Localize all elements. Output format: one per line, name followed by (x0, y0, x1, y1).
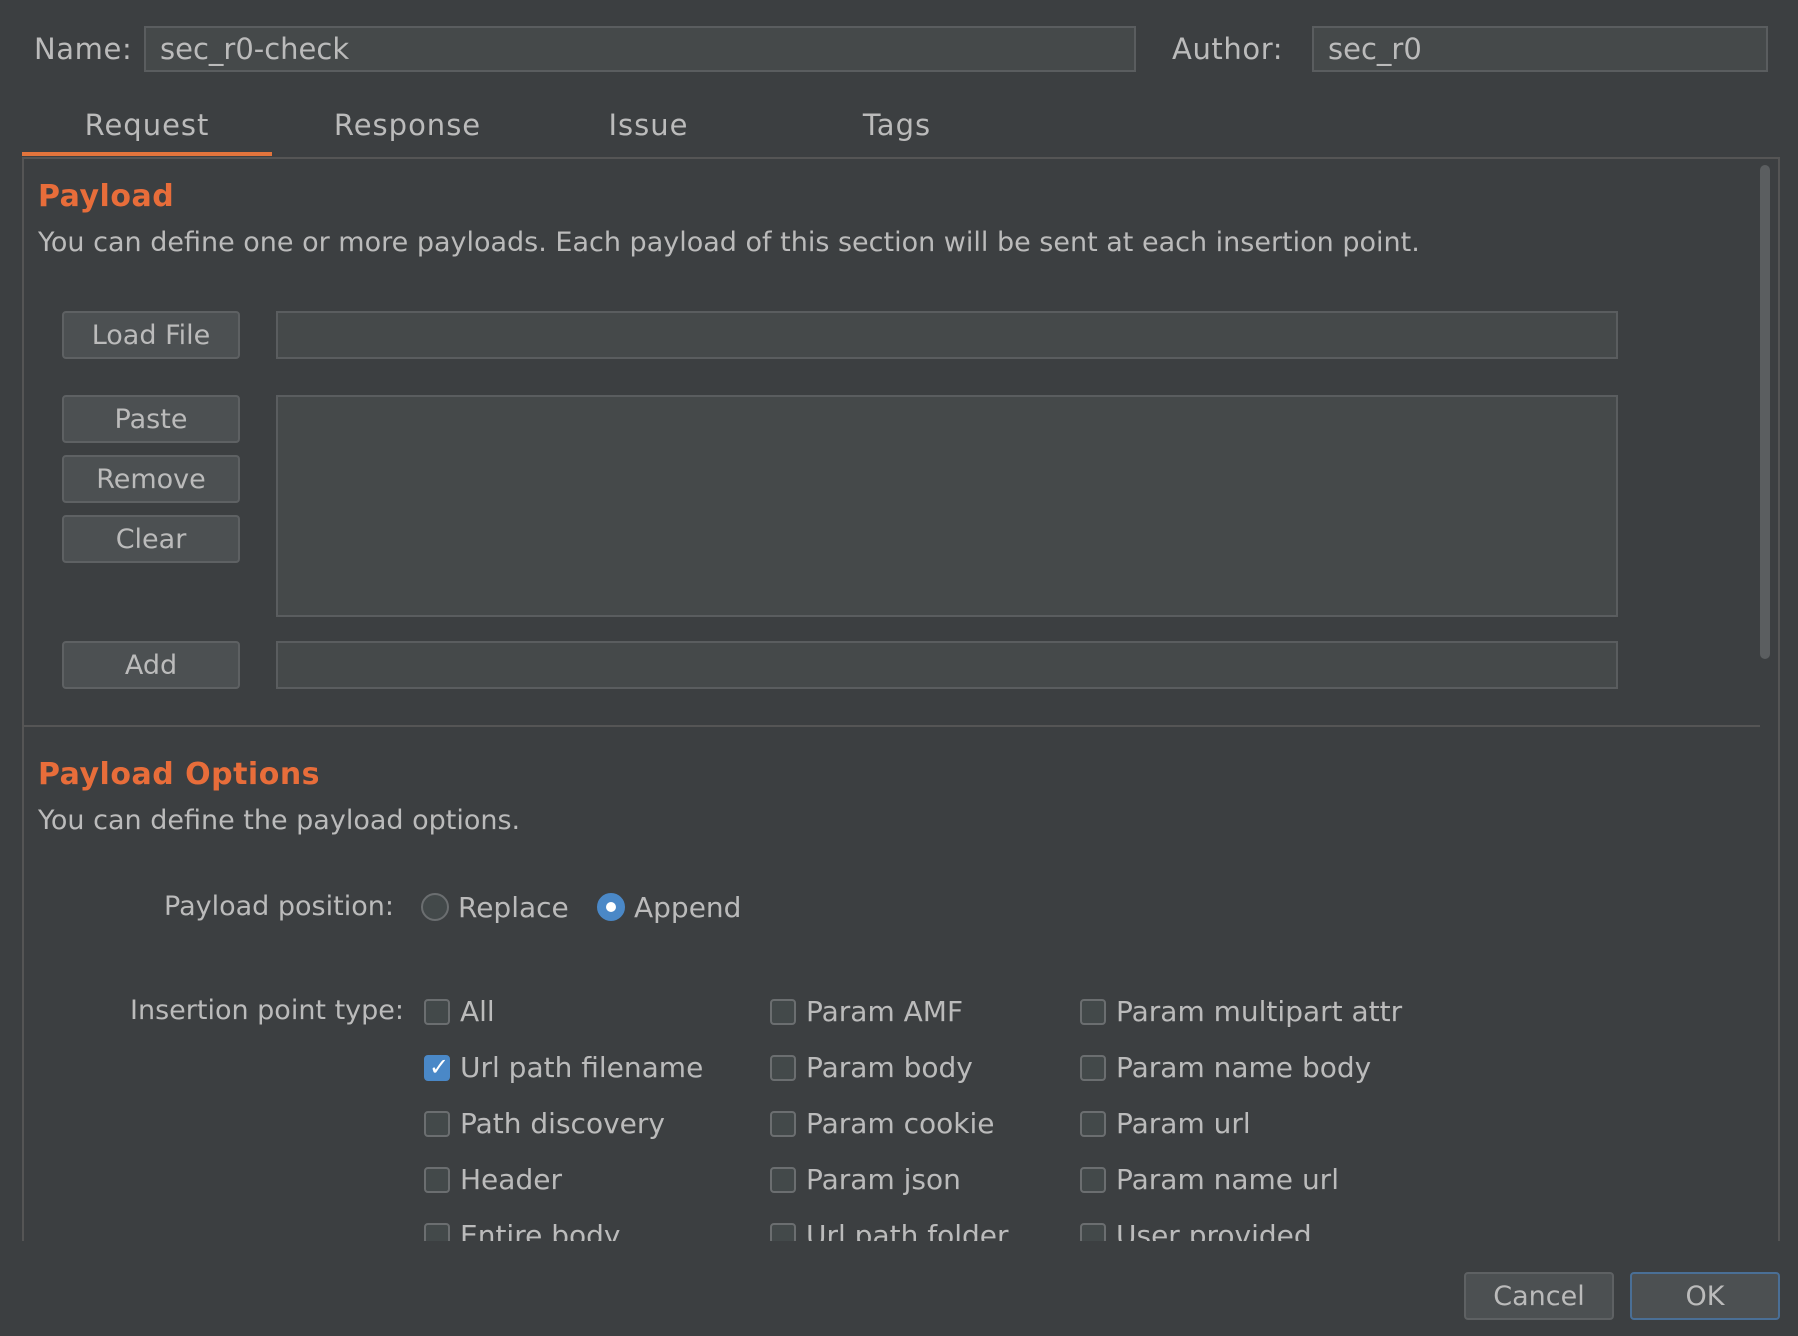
checkbox-label-url-path-filename[interactable]: Url path filename (460, 1051, 703, 1084)
checkbox-label-param-name-body[interactable]: Param name body (1116, 1051, 1371, 1084)
author-label: Author: (1172, 32, 1284, 66)
checkbox-label-param-amf[interactable]: Param AMF (806, 995, 963, 1028)
checkbox-label-entire-body[interactable]: Entire body (460, 1219, 620, 1241)
checkbox-param-name-body[interactable] (1080, 1055, 1106, 1081)
checkbox-label-param-name-url[interactable]: Param name url (1116, 1163, 1339, 1196)
checkbox-label-param-url[interactable]: Param url (1116, 1107, 1251, 1140)
name-input[interactable] (144, 26, 1136, 72)
clear-button[interactable]: Clear (62, 515, 240, 563)
cancel-button[interactable]: Cancel (1464, 1272, 1614, 1320)
checkbox-header[interactable] (424, 1167, 450, 1193)
vertical-scrollbar[interactable] (1760, 165, 1770, 1235)
remove-button[interactable]: Remove (62, 455, 240, 503)
checkbox-param-name-url[interactable] (1080, 1167, 1106, 1193)
request-panel: Payload You can define one or more paylo… (22, 157, 1780, 1241)
section-divider (24, 725, 1760, 727)
append-radio-label[interactable]: Append (634, 891, 741, 924)
checkbox-all[interactable] (424, 999, 450, 1025)
add-payload-input[interactable] (276, 641, 1618, 689)
tab-issue[interactable]: Issue (560, 108, 737, 156)
checkbox-label-all[interactable]: All (460, 995, 495, 1028)
paste-button[interactable]: Paste (62, 395, 240, 443)
scrollbar-thumb[interactable] (1760, 165, 1770, 659)
payload-options-section-title: Payload Options (38, 757, 321, 792)
checkbox-param-cookie[interactable] (770, 1111, 796, 1137)
checkbox-url-path-folder[interactable] (770, 1223, 796, 1241)
tab-request[interactable]: Request (22, 108, 272, 156)
checkbox-url-path-filename[interactable] (424, 1053, 450, 1081)
checkbox-label-param-json[interactable]: Param json (806, 1163, 961, 1196)
append-radio[interactable] (597, 893, 625, 921)
add-button[interactable]: Add (62, 641, 240, 689)
ok-button[interactable]: OK (1630, 1272, 1780, 1320)
name-label: Name: (34, 32, 133, 66)
checkbox-label-url-path-folder[interactable]: Url path folder (806, 1219, 1009, 1241)
payload-position-label: Payload position: (164, 891, 394, 922)
payload-section-title: Payload (38, 179, 175, 214)
author-input[interactable] (1312, 26, 1768, 72)
replace-radio-label[interactable]: Replace (458, 891, 569, 924)
checkbox-label-path-discovery[interactable]: Path discovery (460, 1107, 665, 1140)
checkbox-path-discovery[interactable] (424, 1111, 450, 1137)
replace-radio[interactable] (421, 893, 449, 921)
load-file-button[interactable]: Load File (62, 311, 240, 359)
checkbox-param-amf[interactable] (770, 999, 796, 1025)
tab-tags[interactable]: Tags (800, 108, 994, 156)
checkbox-label-header[interactable]: Header (460, 1163, 562, 1196)
payload-list[interactable] (276, 395, 1618, 617)
checkbox-param-json[interactable] (770, 1167, 796, 1193)
checkbox-label-user-provided[interactable]: User provided (1116, 1219, 1312, 1241)
insertion-point-type-label: Insertion point type: (130, 995, 405, 1026)
checkbox-label-param-multipart-attr[interactable]: Param multipart attr (1116, 995, 1402, 1028)
checkbox-user-provided[interactable] (1080, 1223, 1106, 1241)
checkbox-param-multipart-attr[interactable] (1080, 999, 1106, 1025)
checkbox-label-param-cookie[interactable]: Param cookie (806, 1107, 995, 1140)
checkbox-param-body[interactable] (770, 1055, 796, 1081)
payload-options-description: You can define the payload options. (38, 805, 521, 836)
checkbox-param-url[interactable] (1080, 1111, 1106, 1137)
checkbox-entire-body[interactable] (424, 1223, 450, 1241)
payload-description: You can define one or more payloads. Eac… (38, 227, 1420, 258)
checkbox-label-param-body[interactable]: Param body (806, 1051, 973, 1084)
load-file-path-input[interactable] (276, 311, 1618, 359)
tab-response[interactable]: Response (300, 108, 515, 156)
